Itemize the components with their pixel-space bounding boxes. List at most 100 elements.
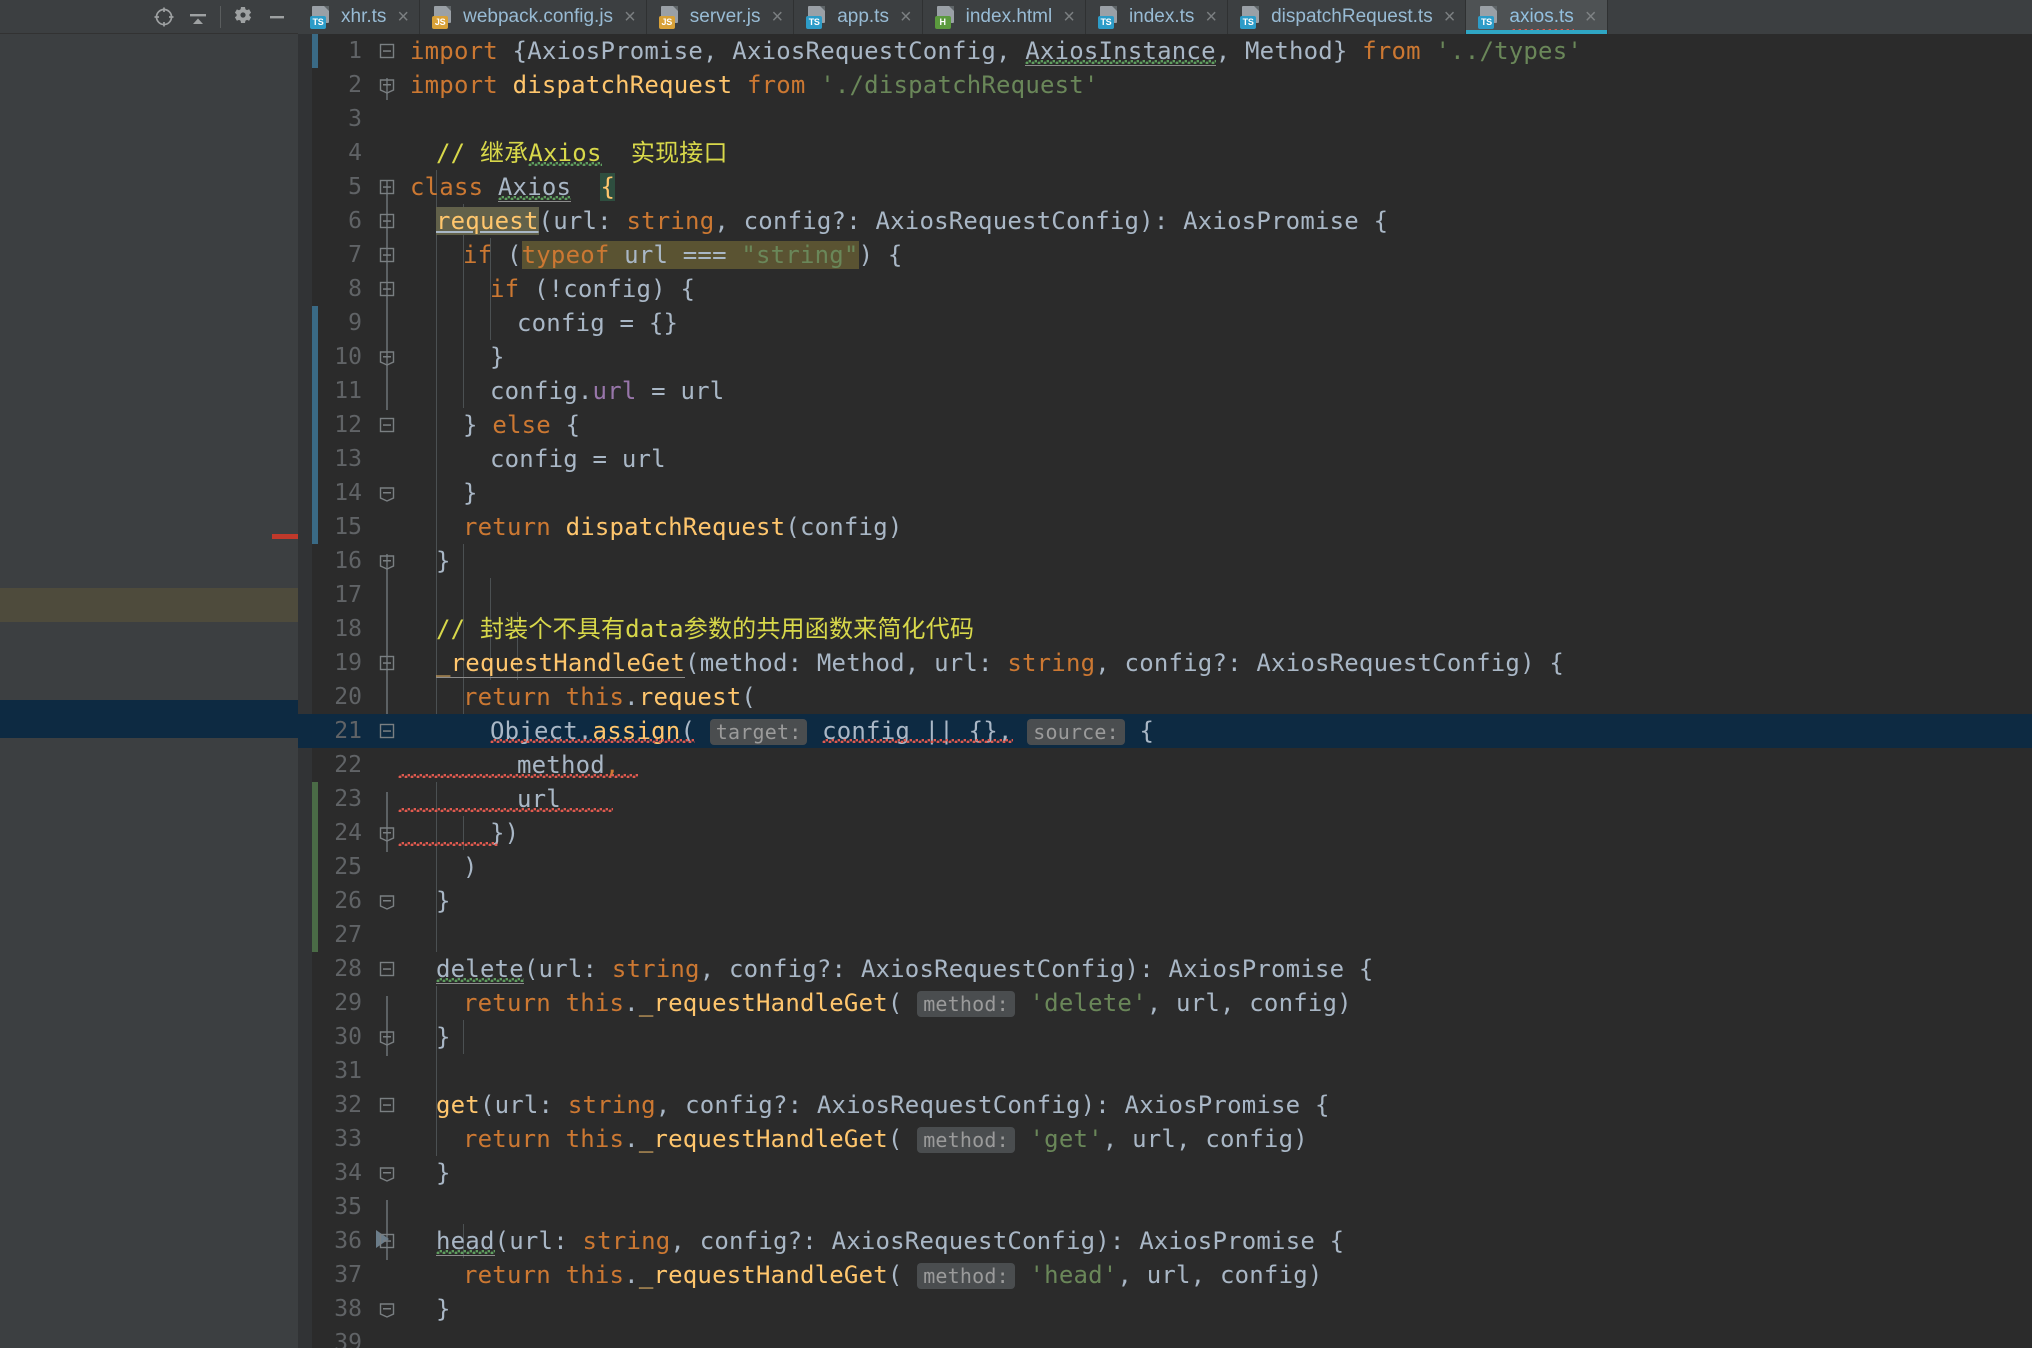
code-line[interactable]: 13 config = url: [298, 442, 2032, 476]
editor-tab-app-ts[interactable]: TS app.ts ×: [794, 0, 923, 34]
fold-end-icon[interactable]: [378, 484, 396, 502]
fold-end-icon[interactable]: [378, 76, 396, 94]
code-line[interactable]: 36 head(url: string, config?: AxiosReque…: [298, 1224, 2032, 1258]
code-text: }: [436, 887, 451, 915]
minimize-icon[interactable]: [260, 2, 294, 32]
fold-end-icon[interactable]: [378, 1164, 396, 1182]
code-line[interactable]: 26 }: [298, 884, 2032, 918]
code-line[interactable]: 1 import {AxiosPromise, AxiosRequestConf…: [298, 34, 2032, 68]
code-line-active[interactable]: 21 Object.assign( target: config || {}, …: [298, 714, 2032, 748]
fold-collapse-icon[interactable]: [378, 1232, 396, 1250]
code-line[interactable]: 38 }: [298, 1292, 2032, 1326]
editor-tab-webpack-config-js[interactable]: JS webpack.config.js ×: [420, 0, 647, 34]
line-number: 25: [334, 854, 362, 880]
code-line[interactable]: 24 }): [298, 816, 2032, 850]
code-line[interactable]: 7 if (typeof url === "string") {: [298, 238, 2032, 272]
code-line[interactable]: 27: [298, 918, 2032, 952]
close-icon[interactable]: ×: [1583, 7, 1597, 27]
fold-collapse-icon[interactable]: [378, 246, 396, 264]
tool-window-toolbar: [0, 0, 298, 34]
fold-collapse-icon[interactable]: [378, 416, 396, 434]
code-line[interactable]: 33 return this._requestHandleGet( method…: [298, 1122, 2032, 1156]
editor-tab-index-ts[interactable]: TS index.ts ×: [1086, 0, 1229, 34]
fold-collapse-icon[interactable]: [378, 654, 396, 672]
fold-collapse-icon[interactable]: [378, 960, 396, 978]
code-line[interactable]: 37 return this._requestHandleGet( method…: [298, 1258, 2032, 1292]
tab-label: webpack.config.js: [463, 6, 614, 27]
code-line[interactable]: 16 }: [298, 544, 2032, 578]
code-line[interactable]: 35: [298, 1190, 2032, 1224]
collapse-all-icon[interactable]: [181, 2, 215, 32]
fold-collapse-icon[interactable]: [378, 42, 396, 60]
line-number: 34: [334, 1160, 362, 1186]
code-line[interactable]: 18 // 封装个不具有data参数的共用函数来简化代码: [298, 612, 2032, 646]
fold-end-icon[interactable]: [378, 1028, 396, 1046]
fold-end-icon[interactable]: [378, 1300, 396, 1318]
locate-target-icon[interactable]: [147, 2, 181, 32]
code-line[interactable]: 10 }: [298, 340, 2032, 374]
code-line[interactable]: 19 _requestHandleGet(method: Method, url…: [298, 646, 2032, 680]
fold-end-icon[interactable]: [378, 348, 396, 366]
fold-collapse-icon[interactable]: [378, 178, 396, 196]
line-number: 12: [334, 412, 362, 438]
code-line[interactable]: 32 get(url: string, config?: AxiosReques…: [298, 1088, 2032, 1122]
code-line[interactable]: 31: [298, 1054, 2032, 1088]
code-line[interactable]: 25 ): [298, 850, 2032, 884]
code-line[interactable]: 17: [298, 578, 2032, 612]
gear-icon[interactable]: [226, 2, 260, 32]
fold-end-icon[interactable]: [378, 892, 396, 910]
code-line[interactable]: 6 request(url: string, config?: AxiosReq…: [298, 204, 2032, 238]
close-icon[interactable]: ×: [1061, 7, 1075, 27]
code-line[interactable]: 22 method,: [298, 748, 2032, 782]
ide-window: TS xhr.ts × JS webpack.config.js × JS se…: [0, 0, 2032, 1348]
code-line[interactable]: 11 config.url = url: [298, 374, 2032, 408]
line-number: 35: [334, 1194, 362, 1220]
close-icon[interactable]: ×: [898, 7, 912, 27]
code-line[interactable]: 5 class Axios {: [298, 170, 2032, 204]
fold-end-icon[interactable]: [378, 824, 396, 842]
code-line[interactable]: 30 }: [298, 1020, 2032, 1054]
fold-end-icon[interactable]: [378, 552, 396, 570]
close-icon[interactable]: ×: [395, 7, 409, 27]
code-line[interactable]: 4 // 继承Axios 实现接口: [298, 136, 2032, 170]
fold-collapse-icon[interactable]: [378, 280, 396, 298]
editor-tab-dispatchrequest-ts[interactable]: TS dispatchRequest.ts ×: [1228, 0, 1467, 34]
fold-collapse-icon[interactable]: [378, 1096, 396, 1114]
code-line[interactable]: 14 }: [298, 476, 2032, 510]
editor-tab-xhr-ts[interactable]: TS xhr.ts ×: [298, 0, 421, 34]
code-line[interactable]: 28 delete(url: string, config?: AxiosReq…: [298, 952, 2032, 986]
fold-collapse-icon[interactable]: [378, 722, 396, 740]
editor-tab-axios-ts[interactable]: TS axios.ts ×: [1466, 0, 1608, 34]
editor-tab-index-html[interactable]: H index.html ×: [923, 0, 1086, 34]
inlay-hint-source: source:: [1027, 719, 1125, 745]
code-line[interactable]: 9 config = {}: [298, 306, 2032, 340]
code-editor-viewport[interactable]: 1 import {AxiosPromise, AxiosRequestConf…: [298, 34, 2032, 1348]
code-line[interactable]: 39: [298, 1326, 2032, 1348]
code-text: }: [463, 479, 478, 507]
close-icon[interactable]: ×: [1442, 7, 1456, 27]
javascript-file-icon: JS: [432, 6, 454, 29]
code-line[interactable]: 12 } else {: [298, 408, 2032, 442]
html-file-icon: H: [934, 6, 957, 29]
code-line[interactable]: 8 if (!config) {: [298, 272, 2032, 306]
close-icon[interactable]: ×: [622, 7, 636, 27]
code-line[interactable]: 2 import dispatchRequest from './dispatc…: [298, 68, 2032, 102]
code-line[interactable]: 34 }: [298, 1156, 2032, 1190]
code-line[interactable]: 23 url: [298, 782, 2032, 816]
code-line[interactable]: 15 return dispatchRequest(config): [298, 510, 2032, 544]
line-number: 18: [334, 616, 362, 642]
close-icon[interactable]: ×: [1203, 7, 1217, 27]
editor-area: TS xhr.ts × JS webpack.config.js × JS se…: [298, 0, 2032, 1348]
tab-label: xhr.ts: [341, 6, 387, 27]
code-line[interactable]: 3: [298, 102, 2032, 136]
code-line[interactable]: 20 return this.request(: [298, 680, 2032, 714]
error-squiggle: [398, 774, 638, 778]
editor-tab-server-js[interactable]: JS server.js ×: [647, 0, 795, 34]
close-icon[interactable]: ×: [770, 7, 784, 27]
code-line[interactable]: 29 return this._requestHandleGet( method…: [298, 986, 2032, 1020]
code-text: } else {: [463, 411, 581, 439]
line-number: 29: [334, 990, 362, 1016]
fold-collapse-icon[interactable]: [378, 212, 396, 230]
line-number: 14: [334, 480, 362, 506]
typescript-file-icon: TS: [1097, 6, 1120, 29]
